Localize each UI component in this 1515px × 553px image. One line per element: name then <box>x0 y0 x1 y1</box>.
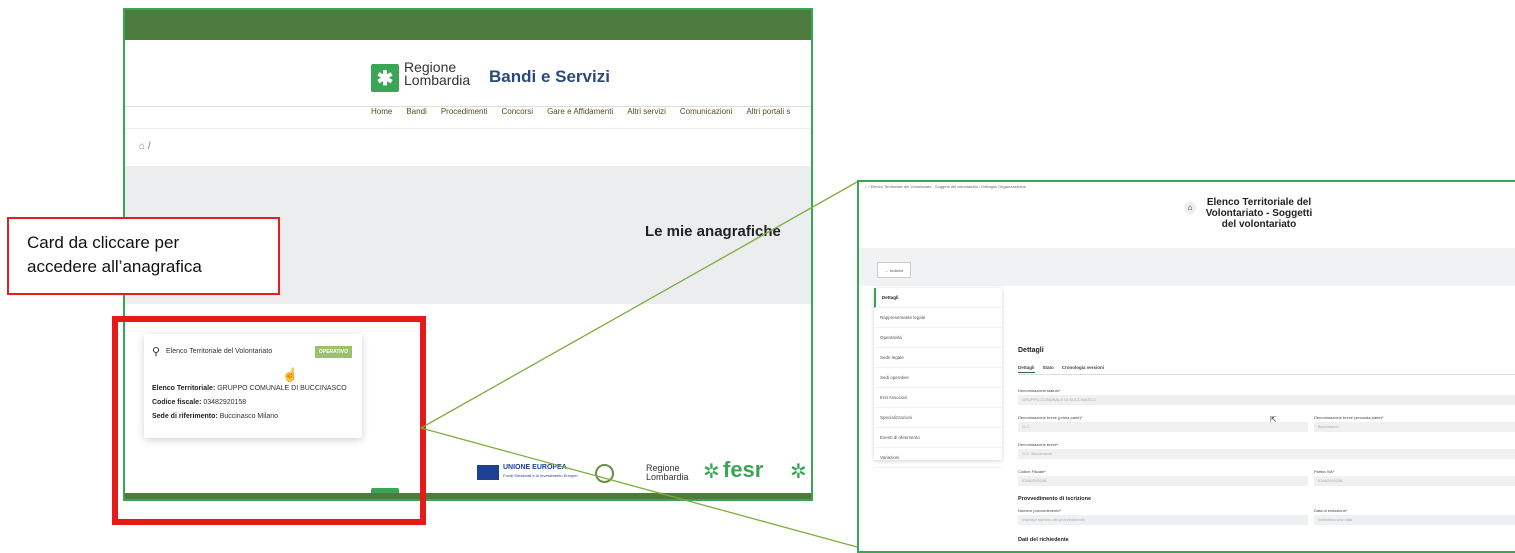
connector-line-bottom <box>420 427 858 548</box>
connector-line-top <box>420 181 858 429</box>
zoom-connector-lines <box>420 181 858 548</box>
